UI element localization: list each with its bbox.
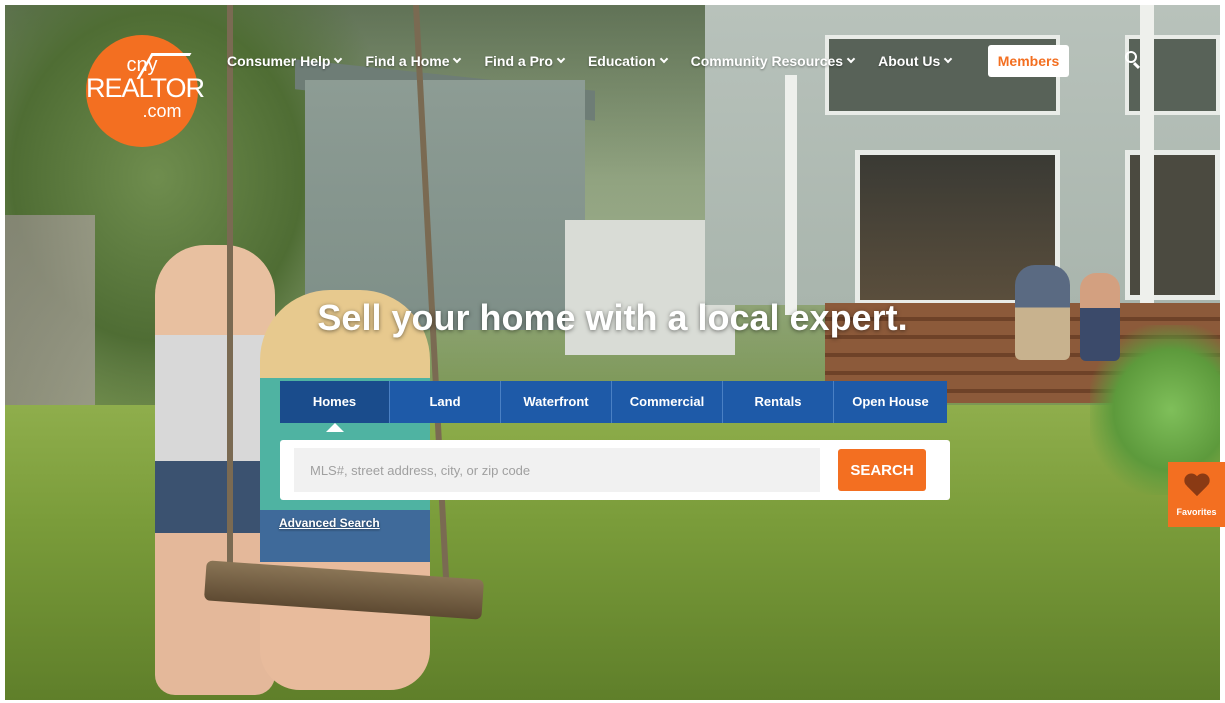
- logo-text-com: .com: [142, 101, 182, 121]
- swing-rope: [227, 5, 233, 585]
- tab-rentals[interactable]: Rentals: [723, 381, 834, 423]
- porch-column: [1140, 5, 1154, 305]
- tab-land[interactable]: Land: [390, 381, 501, 423]
- nav-label: About Us: [878, 53, 941, 69]
- advanced-search-link[interactable]: Advanced Search: [279, 516, 380, 530]
- hero-headline: Sell your home with a local expert.: [317, 297, 908, 338]
- porch-column: [785, 75, 797, 315]
- nav-label: Find a Pro: [484, 53, 553, 69]
- favorites-button[interactable]: Favorites: [1168, 462, 1225, 527]
- chevron-down-icon: [944, 54, 953, 64]
- tab-waterfront[interactable]: Waterfront: [501, 381, 612, 423]
- chevron-down-icon: [846, 54, 856, 64]
- members-button[interactable]: Members: [988, 45, 1069, 77]
- chevron-down-icon: [556, 54, 566, 64]
- heart-icon: [1184, 474, 1210, 498]
- chevron-down-icon: [659, 54, 668, 64]
- tab-open-house[interactable]: Open House: [834, 381, 947, 423]
- nav-about-us[interactable]: About Us: [878, 53, 953, 69]
- search-icon[interactable]: [1125, 51, 1141, 70]
- chevron-down-icon: [453, 54, 462, 64]
- nav-label: Consumer Help: [227, 53, 331, 69]
- nav-community-resources[interactable]: Community Resources: [690, 53, 856, 69]
- nav-label: Find a Home: [365, 53, 450, 69]
- nav-consumer-help[interactable]: Consumer Help: [227, 53, 343, 69]
- chevron-down-icon: [334, 54, 343, 64]
- tab-homes[interactable]: Homes: [280, 381, 390, 423]
- nav-find-a-home[interactable]: Find a Home: [365, 53, 462, 69]
- search-button[interactable]: SEARCH: [838, 449, 926, 491]
- site-logo[interactable]: cny REALTOR .com: [86, 35, 205, 147]
- search-tabs: Homes Land Waterfront Commercial Rentals…: [280, 381, 947, 423]
- search-icon-handle: [1132, 61, 1141, 70]
- search-box: SEARCH: [280, 440, 950, 500]
- tab-commercial[interactable]: Commercial: [612, 381, 723, 423]
- favorites-label: Favorites: [1176, 507, 1217, 517]
- nav-find-a-pro[interactable]: Find a Pro: [484, 53, 566, 69]
- nav-label: Community Resources: [690, 53, 844, 69]
- nav-education[interactable]: Education: [587, 53, 668, 69]
- logo-text-realtor: REALTOR: [86, 73, 205, 103]
- nav-label: Education: [587, 53, 656, 69]
- main-nav: Consumer Help Find a Home Find a Pro Edu…: [227, 50, 975, 72]
- search-input[interactable]: [294, 448, 820, 492]
